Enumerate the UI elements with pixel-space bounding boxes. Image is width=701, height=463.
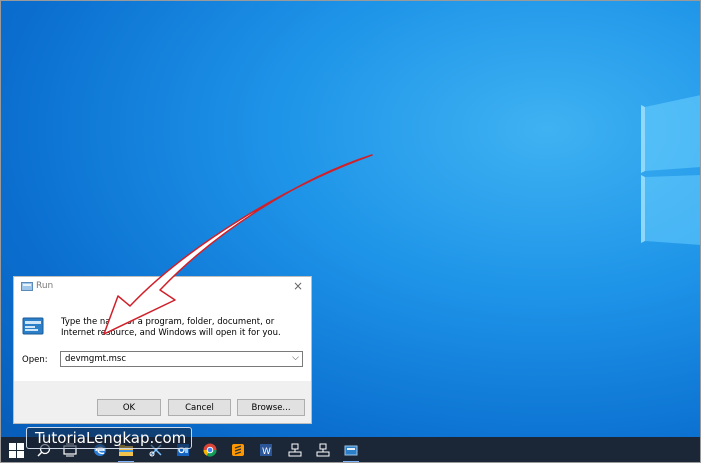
chevron-down-icon[interactable]: ⌵ xyxy=(292,353,299,363)
run-icon xyxy=(21,282,33,291)
run-description: Type the name of a program, folder, docu… xyxy=(61,317,281,338)
network-icon[interactable] xyxy=(287,442,303,458)
run-program-icon xyxy=(22,317,44,335)
sublime-text-icon[interactable] xyxy=(230,442,246,458)
svg-text:W: W xyxy=(262,447,271,457)
browse-button[interactable]: Browse... xyxy=(237,399,305,416)
site-watermark: TutoriaLengkap.com xyxy=(26,427,192,449)
open-label: Open: xyxy=(22,355,48,365)
open-combobox[interactable]: devmgmt.msc ⌵ xyxy=(60,351,303,367)
windows-logo-wallpaper xyxy=(641,95,701,245)
run-title-bar[interactable]: Run × xyxy=(14,277,311,297)
run-icon[interactable] xyxy=(343,442,359,458)
word-icon[interactable]: W xyxy=(258,442,274,458)
run-dialog: Run × Type the name of a program, folder… xyxy=(13,276,312,424)
run-body: Type the name of a program, folder, docu… xyxy=(14,297,311,381)
chrome-icon[interactable] xyxy=(202,442,218,458)
cancel-button[interactable]: Cancel xyxy=(168,399,231,416)
network-icon[interactable] xyxy=(315,442,331,458)
ok-button[interactable]: OK xyxy=(97,399,161,416)
close-icon[interactable]: × xyxy=(291,279,305,293)
windows-start-icon[interactable] xyxy=(8,442,24,458)
open-input[interactable]: devmgmt.msc xyxy=(65,354,126,364)
run-title: Run xyxy=(36,281,54,291)
